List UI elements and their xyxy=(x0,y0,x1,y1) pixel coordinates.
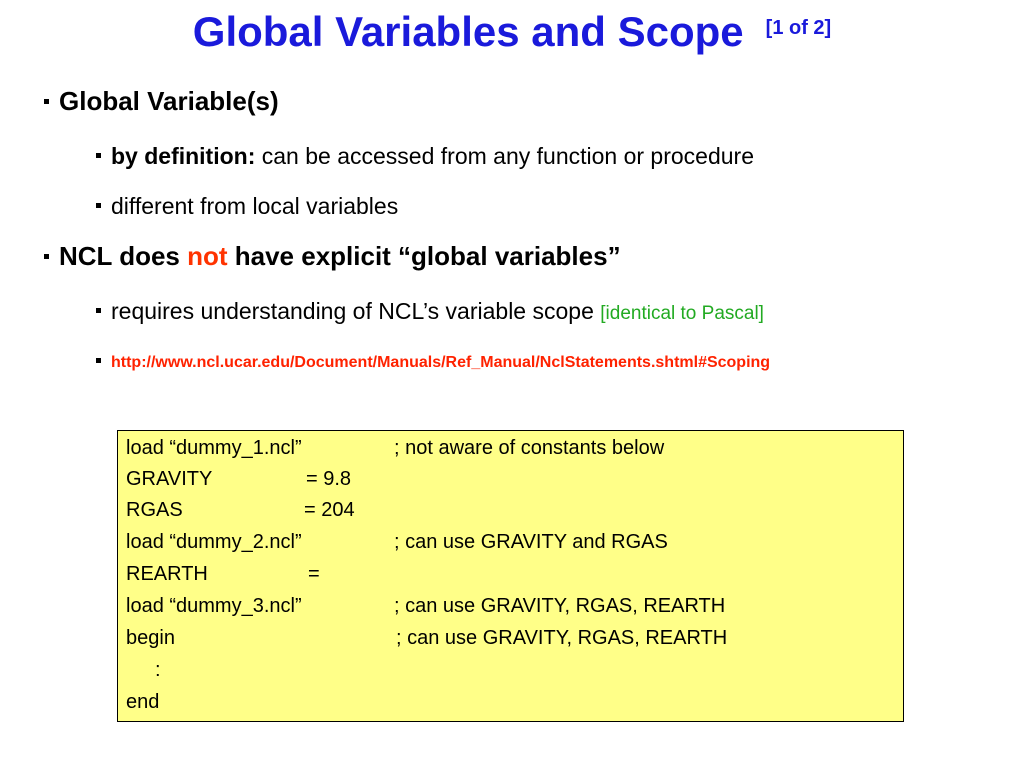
code-comment: ; can use GRAVITY and RGAS xyxy=(394,531,668,553)
bullet-text: can be accessed from any function or pro… xyxy=(255,143,754,169)
slide-title: Global Variables and Scope [1 of 2] xyxy=(0,8,1024,56)
bullet-marker xyxy=(96,153,101,159)
title-text: Global Variables and Scope xyxy=(192,8,744,55)
code-comment: ; can use GRAVITY, RGAS, REARTH xyxy=(396,627,728,649)
bullet-ncl-does-not: NCL does not have explicit “global varia… xyxy=(44,241,621,272)
bullet-text: Global Variable(s) xyxy=(59,86,279,116)
code-comment: ; can use GRAVITY, RGAS, REARTH xyxy=(394,595,726,617)
code-text: : xyxy=(155,659,161,681)
code-text: begin xyxy=(126,627,175,649)
code-text: RGAS xyxy=(126,499,183,521)
code-text: REARTH xyxy=(126,563,208,585)
bullet-global-variables: Global Variable(s) xyxy=(44,86,279,117)
code-box: load “dummy_1.ncl” ; not aware of consta… xyxy=(117,430,904,722)
bullet-different-local: different from local variables xyxy=(96,193,398,220)
code-comment: = 204 xyxy=(304,499,355,521)
reference-link[interactable]: http://www.ncl.ucar.edu/Document/Manuals… xyxy=(111,354,770,371)
code-text: load “dummy_3.ncl” xyxy=(126,595,302,617)
bullet-text: requires understanding of NCL’s variable… xyxy=(111,298,601,324)
bullet-text: different from local variables xyxy=(111,193,399,219)
bullet-by-definition: by definition: can be accessed from any … xyxy=(96,143,754,170)
code-text: load “dummy_2.ncl” xyxy=(126,531,302,553)
title-part-label: [1 of 2] xyxy=(765,17,832,39)
bullet-marker xyxy=(96,358,101,364)
bullet-marker xyxy=(44,253,49,259)
code-comment: ; not aware of constants below xyxy=(394,437,665,459)
bullet-highlight: not xyxy=(187,241,228,271)
bullet-marker xyxy=(44,98,49,104)
bullet-text-b: have explicit “global variables” xyxy=(227,241,621,271)
bullet-reference-link[interactable]: http://www.ncl.ucar.edu/Document/Manuals… xyxy=(96,354,770,372)
code-text: GRAVITY xyxy=(126,468,213,490)
code-text: end xyxy=(126,691,160,713)
bullet-requires-understanding: requires understanding of NCL’s variable… xyxy=(96,298,764,325)
code-text: load “dummy_1.ncl” xyxy=(126,437,302,459)
bullet-text-a: NCL does xyxy=(59,241,188,271)
bullet-bold-prefix: by definition: xyxy=(111,143,256,169)
code-comment: = xyxy=(308,563,320,585)
bullet-note: [identical to Pascal] xyxy=(600,303,764,324)
bullet-marker xyxy=(96,308,101,314)
bullet-marker xyxy=(96,203,101,209)
code-comment: = 9.8 xyxy=(306,468,352,490)
